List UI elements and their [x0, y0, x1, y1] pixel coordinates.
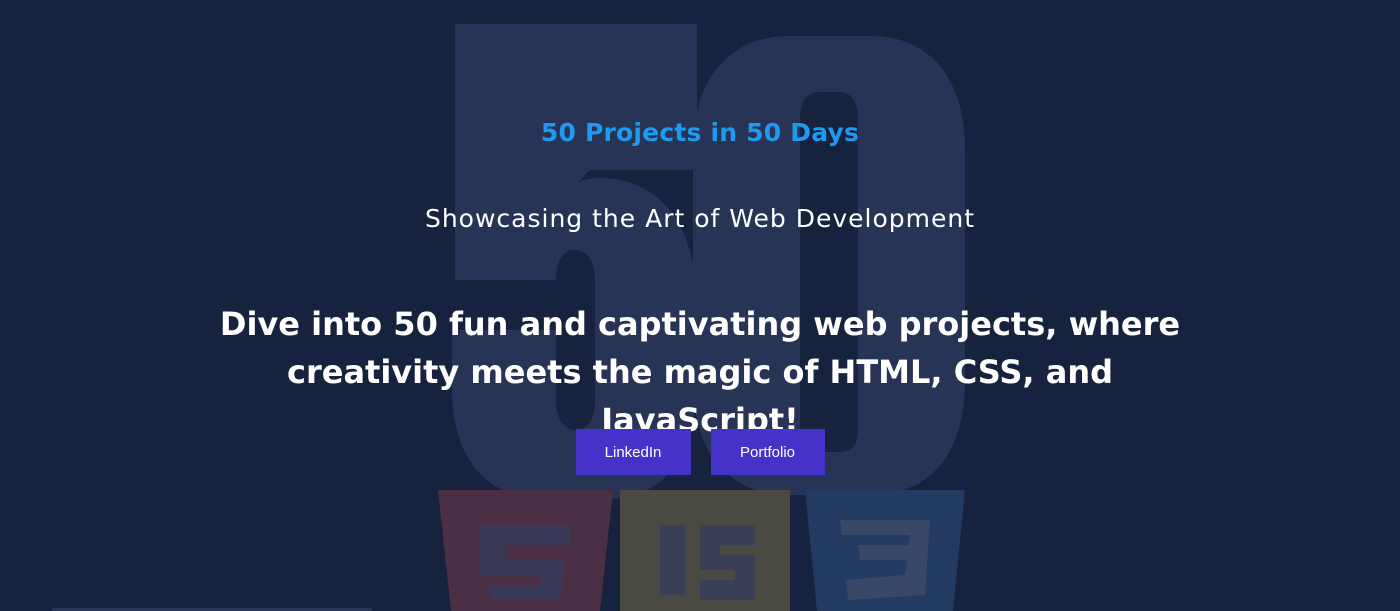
hero-headline: Dive into 50 fun and captivating web pro…: [219, 305, 1181, 439]
linkedin-button[interactable]: LinkedIn: [575, 429, 691, 475]
hero-kicker: 50 Projects in 50 Days: [540, 118, 860, 147]
portfolio-button[interactable]: Portfolio: [710, 429, 825, 475]
hero-subtitle: Showcasing the Art of Web Development: [424, 204, 976, 233]
hero-content: 50 Projects in 50 Days Showcasing the Ar…: [0, 0, 1400, 611]
hero-section: 50 Projects in 50 Days Showcasing the Ar…: [0, 0, 1400, 611]
hero-buttons: LinkedIn Portfolio: [0, 429, 1400, 475]
